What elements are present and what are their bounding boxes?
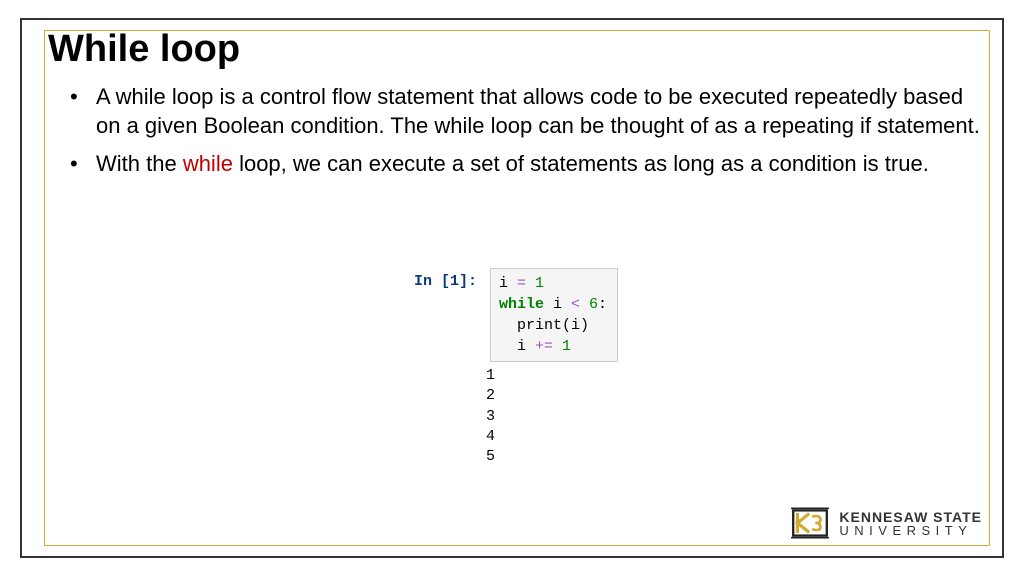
bullet-item: A while loop is a control flow statement… xyxy=(80,83,980,140)
code-output: 1 2 3 4 5 xyxy=(486,366,618,467)
bullet-keyword: while xyxy=(183,151,233,176)
bullet-text-prefix: With the xyxy=(96,151,183,176)
university-logo: KENNESAW STATE UNIVERSITY xyxy=(789,502,982,544)
logo-line2: UNIVERSITY xyxy=(839,524,982,537)
bullet-text-suffix: loop, we can execute a set of statements… xyxy=(233,151,929,176)
bullet-text: A while loop is a control flow statement… xyxy=(96,84,980,138)
logo-line1: KENNESAW STATE xyxy=(839,510,982,524)
code-example: In [1]: i = 1while i < 6: print(i) i += … xyxy=(414,268,618,467)
logo-text: KENNESAW STATE UNIVERSITY xyxy=(839,510,982,537)
slide-content: While loop A while loop is a control flo… xyxy=(52,28,980,548)
code-cell-label: In [1]: xyxy=(414,268,477,290)
ksu-logo-icon xyxy=(789,502,831,544)
code-block: i = 1while i < 6: print(i) i += 1 xyxy=(490,268,618,362)
bullet-item: With the while loop, we can execute a se… xyxy=(80,150,980,179)
bullet-list: A while loop is a control flow statement… xyxy=(52,83,980,179)
slide-title: While loop xyxy=(48,28,980,71)
